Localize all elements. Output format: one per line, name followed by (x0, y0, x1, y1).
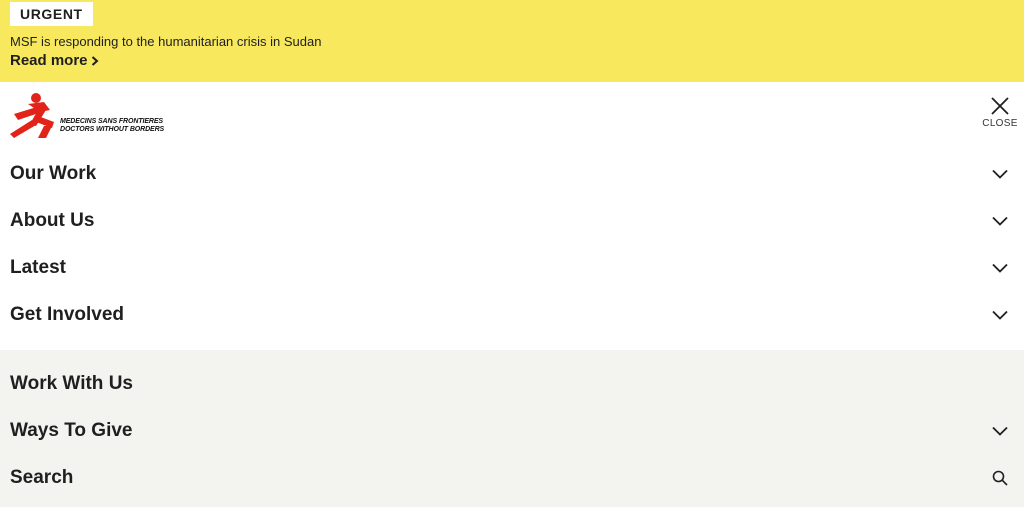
primary-nav: Our Work About Us Latest Get Involved (0, 152, 1024, 350)
nav-item-label: Search (10, 467, 74, 488)
nav-item-label: Work With Us (10, 373, 133, 394)
close-icon (991, 97, 1009, 115)
chevron-down-icon (992, 310, 1008, 320)
chevron-down-icon (992, 216, 1008, 226)
close-button[interactable]: CLOSE (982, 96, 1018, 136)
nav-item-get-involved[interactable]: Get Involved (0, 293, 1024, 337)
nav-item-label: About Us (10, 210, 95, 231)
chevron-down-icon (992, 426, 1008, 436)
menu-header: MEDECINS SANS FRONTIERES DOCTORS WITHOUT… (0, 82, 1024, 142)
logo-wordmark: MEDECINS SANS FRONTIERES DOCTORS WITHOUT… (60, 118, 180, 134)
logo-line-1: MEDECINS SANS FRONTIERES (60, 118, 164, 125)
nav-item-label: Our Work (10, 163, 97, 184)
urgent-badge: URGENT (10, 2, 93, 26)
nav-item-label: Get Involved (10, 304, 125, 325)
nav-item-latest[interactable]: Latest (0, 246, 1024, 290)
urgent-banner: URGENT MSF is responding to the humanita… (0, 0, 1024, 82)
msf-logo[interactable]: MEDECINS SANS FRONTIERES DOCTORS WITHOUT… (10, 92, 164, 138)
nav-item-about-us[interactable]: About Us (0, 199, 1024, 243)
secondary-nav: Work With Us Ways To Give Search (0, 350, 1024, 507)
nav-item-our-work[interactable]: Our Work (0, 152, 1024, 196)
nav-item-label: Latest (10, 257, 66, 278)
chevron-right-icon (91, 55, 99, 66)
chevron-down-icon (992, 169, 1008, 179)
close-label: CLOSE (982, 118, 1018, 129)
search-icon (992, 470, 1008, 486)
nav-item-label: Ways To Give (10, 420, 133, 441)
logo-line-2: DOCTORS WITHOUT BORDERS (60, 126, 165, 133)
nav-item-ways-to-give[interactable]: Ways To Give (0, 409, 1024, 453)
read-more-link[interactable]: Read more (10, 52, 99, 69)
read-more-label: Read more (10, 52, 88, 69)
banner-message: MSF is responding to the humanitarian cr… (10, 34, 322, 49)
nav-item-work-with-us[interactable]: Work With Us (0, 362, 1024, 406)
chevron-down-icon (992, 263, 1008, 273)
nav-item-search[interactable]: Search (0, 456, 1024, 500)
